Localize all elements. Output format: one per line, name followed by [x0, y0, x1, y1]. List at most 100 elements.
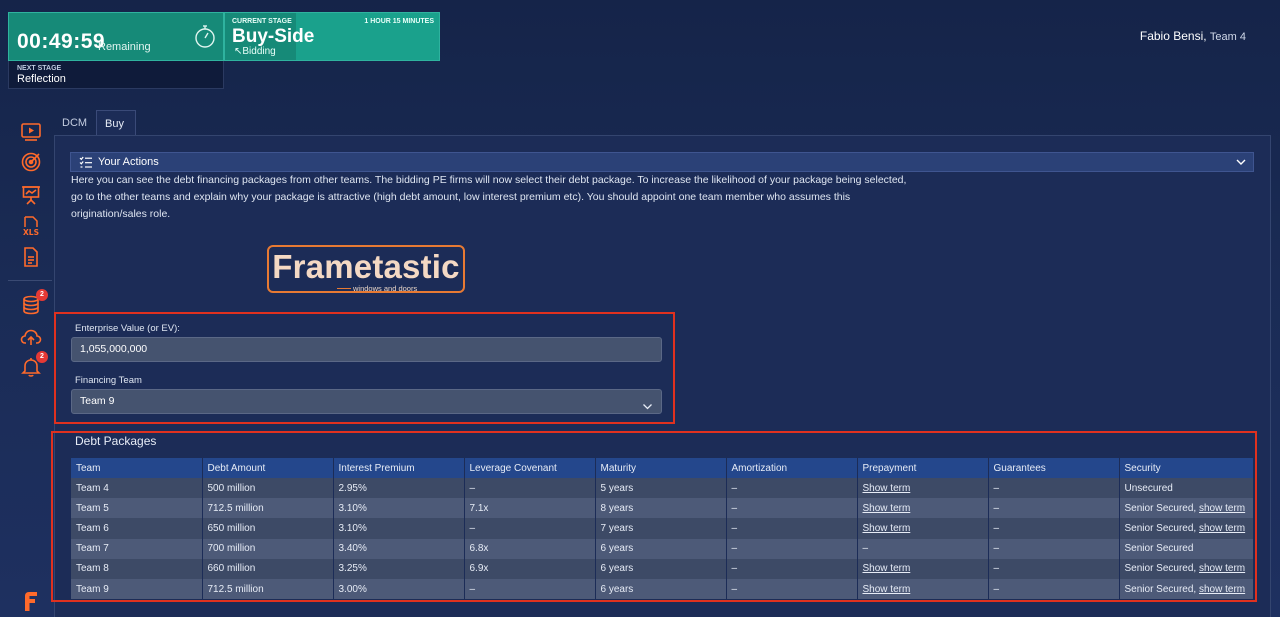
cell-team: Team 5	[71, 498, 203, 519]
next-stage-label: NEXT STAGE	[17, 65, 62, 72]
column-header: Interest Premium	[333, 458, 465, 478]
document-icon[interactable]	[20, 246, 44, 268]
table-row: Team 6 650 million 3.10% –7 years – Show term…	[71, 518, 1254, 539]
show-term-link[interactable]: Show term	[863, 563, 911, 574]
cell-interest-premium: 3.10%	[333, 498, 465, 519]
current-stage-substage: ↖Bidding	[234, 46, 276, 57]
column-header: Security	[1119, 458, 1254, 478]
cell-interest-premium: 3.10%	[333, 518, 465, 539]
ev-input[interactable]: 1,055,000,000	[71, 337, 662, 362]
cell-amortization: –	[726, 478, 858, 499]
company-tagline: windows and doors	[353, 284, 418, 293]
cell-amortization: –	[726, 538, 858, 559]
cell-guarantees: –	[988, 578, 1120, 600]
sidebar-divider	[8, 280, 52, 281]
coins-icon[interactable]: 2	[20, 289, 48, 316]
next-stage-name: Reflection	[17, 73, 66, 85]
tab-buy-side[interactable]: Buy Side	[96, 110, 137, 156]
next-stage-panel: NEXT STAGE Reflection	[8, 61, 224, 89]
xls-icon[interactable]: XLS	[20, 215, 44, 237]
cell-prepayment[interactable]: Show term	[857, 498, 989, 519]
timer-remaining-label: Remaining	[98, 41, 151, 53]
cell-team: Team 9	[71, 578, 203, 600]
show-term-link[interactable]: show term	[1199, 563, 1245, 574]
your-actions-toggle[interactable]: Your Actions	[70, 152, 1254, 172]
company-name: Frametastic	[272, 248, 460, 285]
cell-maturity: 5 years	[595, 478, 727, 499]
show-term-link[interactable]: show term	[1199, 503, 1245, 514]
target-icon[interactable]	[20, 151, 44, 173]
app-logo-icon	[22, 590, 40, 612]
security-value: Senior Secured,	[1124, 502, 1197, 514]
financing-team-label: Financing Team	[75, 375, 142, 386]
cell-amortization: –	[726, 518, 858, 539]
show-term-link[interactable]: Show term	[863, 503, 911, 514]
cell-team: Team 4	[71, 478, 203, 499]
financing-team-value: Team 9	[80, 395, 115, 407]
tab-dcm[interactable]: DCM	[54, 110, 95, 136]
cell-interest-premium: 3.25%	[333, 558, 465, 579]
cell-maturity: 7 years	[595, 518, 727, 539]
stopwatch-icon	[193, 23, 217, 49]
cell-security: Senior Secured, show term	[1119, 518, 1254, 539]
show-term-link[interactable]: Show term	[863, 584, 911, 595]
column-header: Prepayment	[857, 458, 989, 478]
current-stage-name: Buy-Side	[232, 26, 315, 47]
cell-prepayment[interactable]: Show term	[857, 518, 989, 539]
cell-prepayment[interactable]: Show term	[857, 478, 989, 499]
cell-prepayment: –	[857, 538, 989, 559]
user-info: Fabio Bensi, Team 4	[1139, 29, 1246, 43]
timer-panel: 00:49:59 Remaining	[8, 12, 224, 61]
sidebar: XLS 2 2	[0, 110, 54, 617]
table-row: Team 4 500 million 2.95% –5 years – Show term…	[71, 478, 1254, 499]
column-header: Leverage Covenant	[464, 458, 596, 478]
coins-badge: 2	[36, 289, 48, 301]
ev-label: Enterprise Value (or EV):	[75, 323, 180, 334]
security-value: Unsecured	[1124, 482, 1173, 494]
stage-duration: 1 HOUR 15 MINUTES	[364, 18, 434, 25]
cell-prepayment[interactable]: Show term	[857, 578, 989, 600]
show-term-link[interactable]: show term	[1199, 584, 1245, 595]
cell-team: Team 6	[71, 518, 203, 539]
cell-amortization: –	[726, 578, 858, 600]
checklist-icon	[79, 156, 93, 169]
prepayment-value: –	[862, 543, 869, 555]
cell-team: Team 8	[71, 558, 203, 579]
cell-debt-amount: 660 million	[202, 558, 334, 579]
user-name: Fabio Bensi	[1139, 29, 1204, 43]
cell-interest-premium: 3.40%	[333, 538, 465, 559]
company-logo: Frametastic windows and doors	[267, 245, 465, 293]
cell-team: Team 7	[71, 538, 203, 559]
table-row: Team 9 712.5 million 3.00% –6 years – Show te…	[71, 578, 1254, 600]
current-stage-label: CURRENT STAGE	[232, 18, 292, 25]
show-term-link[interactable]: Show term	[863, 523, 911, 534]
bell-icon[interactable]: 2	[20, 351, 48, 378]
table-row: Team 7 700 million 3.40% 6.8x 6 years – – – Seni…	[71, 538, 1254, 559]
cell-maturity: 6 years	[595, 538, 727, 559]
show-term-link[interactable]: Show term	[863, 483, 911, 494]
cell-debt-amount: 650 million	[202, 518, 334, 539]
column-header: Team	[71, 458, 203, 478]
show-term-link[interactable]: show term	[1199, 523, 1245, 534]
user-team: Team 4	[1209, 31, 1246, 43]
cell-interest-premium: 2.95%	[333, 478, 465, 499]
financing-team-select[interactable]: Team 9	[71, 389, 662, 414]
cell-leverage-covenant: 6.9x	[464, 558, 596, 579]
svg-text:XLS: XLS	[23, 228, 39, 237]
video-icon[interactable]	[20, 120, 44, 142]
cell-maturity: 8 years	[595, 498, 727, 519]
security-value: Senior Secured,	[1124, 563, 1197, 575]
your-actions-title: Your Actions	[98, 156, 159, 168]
timer-countdown: 00:49:59	[17, 30, 106, 53]
debt-packages-table: Team Debt Amount Interest Premium Levera…	[71, 458, 1254, 600]
cloud-upload-icon[interactable]	[20, 326, 44, 348]
cell-amortization: –	[726, 558, 858, 579]
cell-maturity: 6 years	[595, 558, 727, 579]
presentation-icon[interactable]	[20, 184, 44, 206]
bell-badge: 2	[36, 351, 48, 363]
column-header: Guarantees	[988, 458, 1120, 478]
cell-leverage-covenant: 6.8x	[464, 538, 596, 559]
security-value: Senior Secured,	[1124, 522, 1197, 534]
cell-guarantees: –	[988, 518, 1120, 539]
cell-prepayment[interactable]: Show term	[857, 558, 989, 579]
